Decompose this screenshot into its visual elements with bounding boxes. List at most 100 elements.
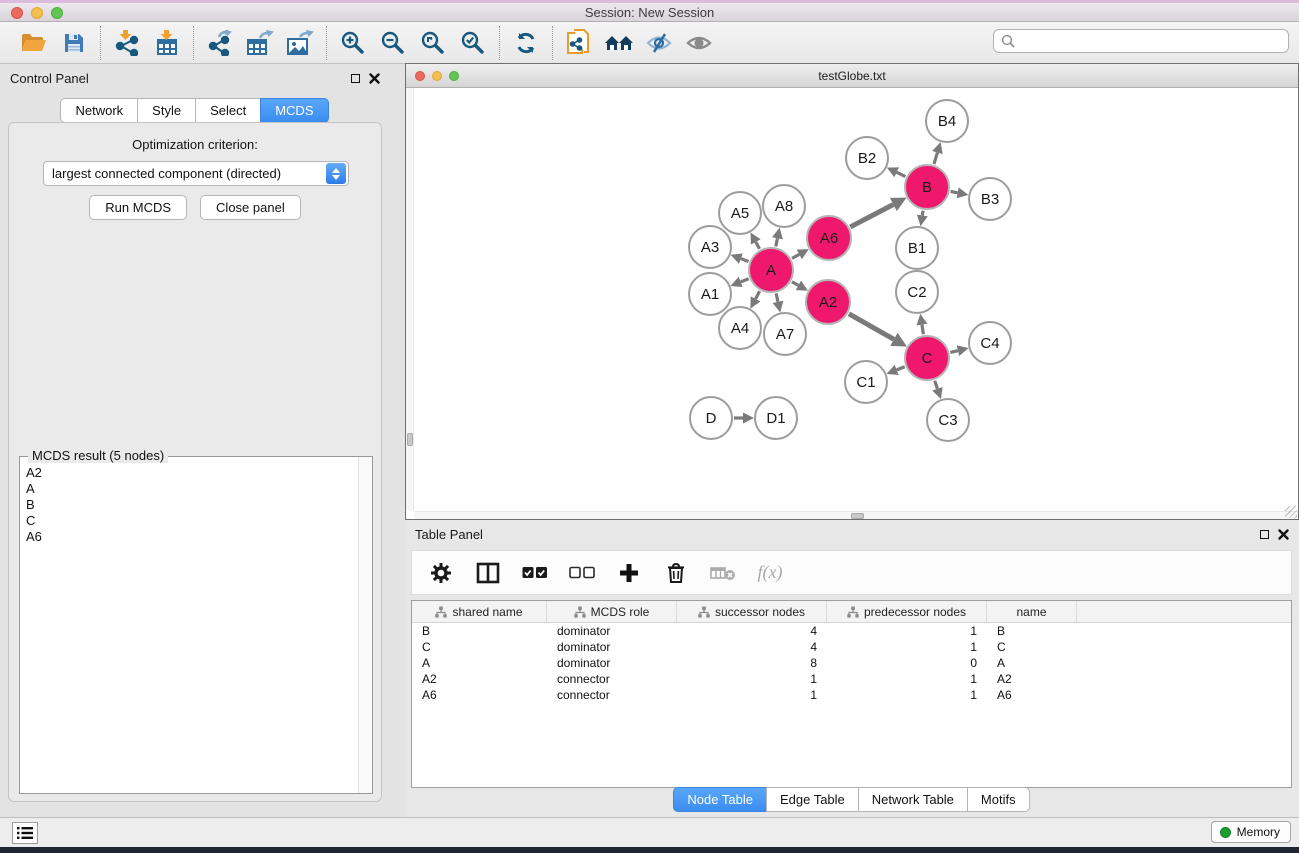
float-panel-icon[interactable] <box>1260 530 1269 539</box>
save-session-button[interactable] <box>58 27 90 59</box>
graph-node-A8[interactable]: A8 <box>763 185 805 227</box>
tab-select[interactable]: Select <box>195 98 261 123</box>
table-cell[interactable]: dominator <box>547 640 677 654</box>
graph-node-A3[interactable]: A3 <box>689 226 731 268</box>
mcds-result-item[interactable]: C <box>26 513 352 529</box>
graph-edge-B-B1[interactable] <box>922 211 923 216</box>
graph-edge-B-B3[interactable] <box>951 191 958 192</box>
table-cell[interactable]: A2 <box>412 672 547 686</box>
duplicate-network-button[interactable] <box>563 27 595 59</box>
graph-node-B1[interactable]: B1 <box>896 227 938 269</box>
graph-edge-A2-C[interactable] <box>849 314 894 339</box>
scrollbar-thumb[interactable] <box>407 433 413 446</box>
graph-node-A2[interactable]: A2 <box>806 280 850 324</box>
minimize-window-button[interactable] <box>31 7 43 19</box>
graph-edge-A-A6[interactable] <box>792 254 799 258</box>
graph-node-B[interactable]: B <box>905 165 949 209</box>
resize-grip[interactable] <box>1285 506 1297 518</box>
delete-table-button[interactable] <box>710 560 736 586</box>
network-minimize-button[interactable] <box>432 71 442 81</box>
table-cell[interactable]: A2 <box>987 672 1077 686</box>
mcds-result-item[interactable]: A2 <box>26 465 352 481</box>
table-cell[interactable]: 8 <box>677 656 827 670</box>
table-settings-button[interactable] <box>428 560 454 586</box>
tab-motifs[interactable]: Motifs <box>967 787 1030 812</box>
table-cell[interactable]: 4 <box>677 640 827 654</box>
scrollbar-thumb[interactable] <box>851 513 864 519</box>
table-row[interactable]: A6connector11A6 <box>412 687 1291 703</box>
graph-node-B2[interactable]: B2 <box>846 137 888 179</box>
table-cell[interactable]: A6 <box>412 688 547 702</box>
graph-node-C4[interactable]: C4 <box>969 322 1011 364</box>
tab-edge-table[interactable]: Edge Table <box>766 787 859 812</box>
graph-edge-A-A2[interactable] <box>792 282 798 286</box>
table-cell[interactable]: connector <box>547 688 677 702</box>
graph-edge-C-C4[interactable] <box>950 351 958 353</box>
export-table-button[interactable] <box>244 27 276 59</box>
graph-node-A1[interactable]: A1 <box>689 273 731 315</box>
mcds-result-item[interactable]: A6 <box>26 529 352 545</box>
graph-edge-A-A5[interactable] <box>756 242 760 249</box>
network-canvas[interactable]: B4B2BB3A8A5A6A3B1AA1C2A2A4A7C4CC1C3DD1 <box>406 88 1298 519</box>
graph-node-C3[interactable]: C3 <box>927 399 969 441</box>
mcds-result-item[interactable]: B <box>26 497 352 513</box>
deselect-all-columns-button[interactable] <box>569 560 595 586</box>
function-builder-button[interactable]: f(x) <box>757 560 783 586</box>
graph-node-A7[interactable]: A7 <box>764 313 806 355</box>
task-history-button[interactable] <box>12 822 38 844</box>
open-session-button[interactable] <box>18 27 50 59</box>
graph-edge-C-C2[interactable] <box>922 325 923 335</box>
table-cell[interactable]: 1 <box>827 640 987 654</box>
tab-node-table[interactable]: Node Table <box>673 787 767 812</box>
table-cell[interactable]: 0 <box>827 656 987 670</box>
table-cell[interactable]: B <box>412 624 547 638</box>
graph-node-B4[interactable]: B4 <box>926 100 968 142</box>
close-panel-icon[interactable] <box>369 73 380 84</box>
show-all-networks-button[interactable] <box>603 27 635 59</box>
export-network-button[interactable] <box>204 27 236 59</box>
table-cell[interactable]: C <box>412 640 547 654</box>
delete-column-button[interactable] <box>663 560 689 586</box>
graph-edge-A-A4[interactable] <box>756 291 760 299</box>
tab-style[interactable]: Style <box>137 98 196 123</box>
graph-node-A4[interactable]: A4 <box>719 307 761 349</box>
network-close-button[interactable] <box>415 71 425 81</box>
run-mcds-button[interactable]: Run MCDS <box>89 195 187 220</box>
table-cell[interactable]: 1 <box>677 672 827 686</box>
zoom-in-button[interactable] <box>337 27 369 59</box>
zoom-window-button[interactable] <box>51 7 63 19</box>
table-cell[interactable]: C <box>987 640 1077 654</box>
graph-edge-A-A1[interactable] <box>741 279 749 282</box>
table-cell[interactable]: dominator <box>547 624 677 638</box>
graph-node-C2[interactable]: C2 <box>896 271 938 313</box>
search-field[interactable] <box>993 29 1289 53</box>
table-cell[interactable]: 4 <box>677 624 827 638</box>
mcds-result-item[interactable]: A <box>26 481 352 497</box>
graph-edge-A-A7[interactable] <box>776 293 778 301</box>
close-window-button[interactable] <box>11 7 23 19</box>
zoom-selected-button[interactable] <box>457 27 489 59</box>
show-hidden-button[interactable] <box>683 27 715 59</box>
network-zoom-button[interactable] <box>449 71 459 81</box>
graph-node-A6[interactable]: A6 <box>807 216 851 260</box>
import-table-button[interactable] <box>151 27 183 59</box>
tab-network[interactable]: Network <box>60 98 138 123</box>
graph-edge-C-C1[interactable] <box>897 367 905 370</box>
graph-node-C1[interactable]: C1 <box>845 361 887 403</box>
mcds-result-list[interactable]: A2ABCA6 <box>20 459 358 793</box>
table-cell[interactable]: 1 <box>677 688 827 702</box>
network-vertical-scrollbar[interactable] <box>406 88 414 511</box>
column-header-MCDS-role[interactable]: MCDS role <box>547 601 677 622</box>
table-cell[interactable]: B <box>987 624 1077 638</box>
graph-node-C[interactable]: C <box>905 336 949 380</box>
graph-edge-A-A3[interactable] <box>741 259 749 262</box>
table-row[interactable]: Bdominator41B <box>412 623 1291 639</box>
table-cell[interactable]: A <box>987 656 1077 670</box>
table-row[interactable]: A2connector11A2 <box>412 671 1291 687</box>
table-cell[interactable]: dominator <box>547 656 677 670</box>
memory-button[interactable]: Memory <box>1211 821 1291 843</box>
table-cell[interactable]: connector <box>547 672 677 686</box>
table-cell[interactable]: 1 <box>827 688 987 702</box>
mcds-result-scrollbar[interactable] <box>358 457 372 793</box>
graph-node-A5[interactable]: A5 <box>719 192 761 234</box>
